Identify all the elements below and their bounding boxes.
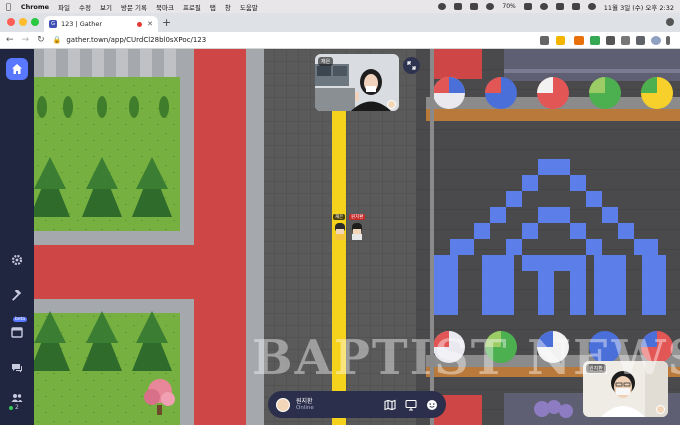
lock-icon[interactable]: 🔒 [53, 36, 62, 44]
display-icon[interactable] [470, 3, 479, 10]
emoji-icon [427, 399, 437, 410]
red-path-horizontal [34, 245, 246, 299]
tab-strip: G 123 | Gather ✕ + [0, 13, 680, 32]
tab-gather[interactable]: G 123 | Gather ✕ [44, 16, 158, 32]
avatar-nametag-jaeeun: 재은 [333, 214, 346, 220]
gather-sidebar: beta 2 [0, 49, 34, 425]
menu-bookmarks[interactable]: 북마크 [156, 2, 174, 12]
home-icon [12, 64, 22, 74]
watermark: BAPTIST NEWS [252, 330, 680, 386]
extension-green-icon[interactable] [590, 36, 600, 45]
reload-icon[interactable]: ↻ [37, 35, 45, 45]
tab-title: 123 | Gather [61, 20, 103, 28]
bookmark-star-icon[interactable] [556, 36, 565, 45]
home-button[interactable] [6, 58, 28, 80]
user-name: 원지환 [296, 398, 313, 405]
extension-dark-icon[interactable] [606, 36, 615, 45]
close-window-button[interactable] [7, 18, 15, 26]
extensions-puzzle-icon[interactable] [636, 36, 645, 45]
user-status: Online [296, 405, 314, 411]
battery-icon[interactable] [523, 3, 532, 10]
expand-video-button[interactable] [403, 57, 420, 74]
screen-share-button[interactable] [405, 399, 417, 411]
expand-icon [407, 61, 416, 70]
chat-icon [12, 364, 22, 373]
chat-button[interactable] [6, 357, 28, 379]
participant-count: 2 [9, 404, 19, 411]
macos-menu-bar:  Chrome 파일 수정 보기 방문 기록 북마크 프로필 탭 창 도움말 … [0, 0, 680, 13]
extension-grey-icon[interactable] [621, 36, 630, 45]
menu-edit[interactable]: 수정 [79, 2, 91, 12]
control-center-icon[interactable] [571, 3, 580, 10]
recording-icon [137, 21, 143, 27]
status-area: 70% 11월 3일 (수) 오후 2:32 [438, 2, 674, 12]
clock[interactable]: 11월 3일 (수) 오후 2:32 [604, 2, 674, 12]
address-bar: ← → ↻ 🔒 gather.town/app/CUrdCl28bl0sXPoc… [0, 32, 680, 49]
user-avatar[interactable] [276, 397, 290, 412]
map-button[interactable] [384, 399, 396, 411]
user-icon[interactable] [438, 3, 447, 10]
avatar-wonjihwan[interactable] [351, 223, 363, 241]
zoom-window-button[interactable] [31, 18, 39, 26]
calendar-icon [11, 327, 23, 338]
bottom-control-bar: 원지환 Online [268, 391, 446, 418]
siri-icon[interactable] [587, 3, 596, 10]
tab-search-icon[interactable] [666, 18, 674, 26]
menu-help[interactable]: 도움말 [240, 2, 258, 12]
chrome-menu-icon[interactable] [666, 36, 670, 45]
online-dot-icon [9, 405, 13, 410]
screen-share-icon [405, 399, 417, 411]
user-info[interactable]: 원지환 Online [296, 398, 314, 411]
settings-button[interactable] [6, 249, 28, 271]
screen: { "menubar": { "app": "Chrome", "items":… [0, 0, 680, 425]
app-menu-chrome[interactable]: Chrome [21, 3, 49, 11]
hammer-icon [12, 290, 22, 301]
wifi-icon[interactable] [539, 3, 548, 10]
menu-window[interactable]: 창 [225, 2, 231, 12]
video-avatar-icon-self [656, 405, 665, 414]
avatar-nametag-wonjihwan: 원지환 [349, 214, 366, 220]
menu-tab[interactable]: 탭 [210, 2, 216, 12]
minimize-window-button[interactable] [19, 18, 27, 26]
battery-percent: 70% [502, 3, 516, 10]
close-tab-icon[interactable]: ✕ [147, 20, 153, 28]
extension-orange-icon[interactable] [574, 36, 584, 45]
camera-icon[interactable] [540, 36, 549, 45]
people-icon [11, 394, 23, 402]
menu-profile[interactable]: 프로필 [183, 2, 201, 12]
avatar-jaeeun[interactable] [334, 223, 346, 241]
emoji-button[interactable] [426, 399, 438, 411]
red-path-vertical [194, 49, 246, 425]
calendar-button[interactable] [6, 321, 28, 343]
cloud-icon[interactable] [454, 3, 463, 10]
menu-view[interactable]: 보기 [100, 2, 112, 12]
apple-icon[interactable]:  [6, 2, 11, 11]
profile-avatar-icon[interactable] [651, 36, 661, 45]
play-icon[interactable] [486, 3, 495, 10]
forward-icon[interactable]: → [22, 35, 30, 45]
video-avatar-icon [387, 100, 396, 109]
menu-file[interactable]: 파일 [58, 2, 70, 12]
map-icon [384, 399, 396, 410]
video-name-label: 재은 [318, 57, 334, 66]
back-icon[interactable]: ← [6, 35, 14, 45]
gather-favicon-icon: G [49, 20, 57, 28]
url-field[interactable]: gather.town/app/CUrdCl28bl0sXPoc/123 [66, 36, 206, 44]
search-icon[interactable] [555, 3, 564, 10]
video-tile-jaeeun[interactable]: 재은 [315, 54, 399, 111]
menu-history[interactable]: 방문 기록 [121, 2, 147, 12]
gear-icon [11, 254, 23, 266]
new-tab-button[interactable]: + [162, 16, 171, 29]
bottom-actions [384, 399, 438, 411]
build-button[interactable] [6, 285, 28, 307]
